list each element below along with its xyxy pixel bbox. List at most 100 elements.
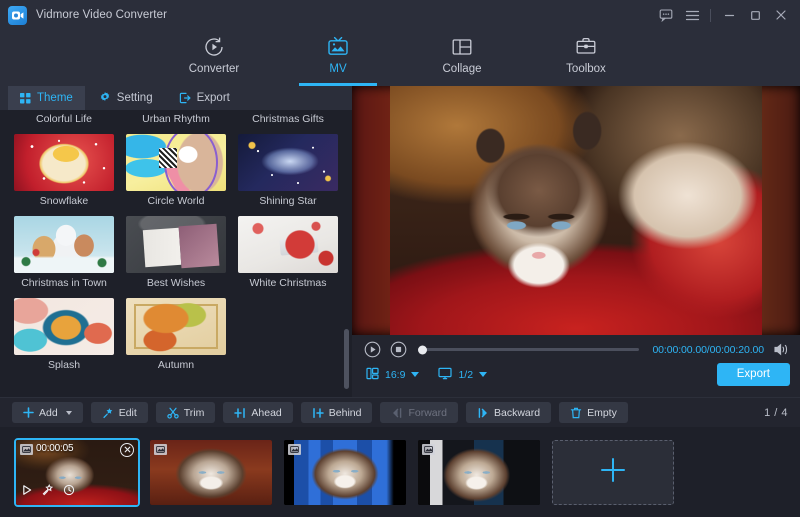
theme-item-best-wishes[interactable]: Best Wishes (126, 216, 226, 298)
add-clip-tile[interactable] (552, 440, 674, 505)
theme-label: Autumn (126, 355, 226, 380)
tab-toolbox-label: Toolbox (566, 63, 606, 75)
subtab-setting[interactable]: Setting (87, 86, 165, 110)
minimize-icon[interactable] (716, 2, 742, 28)
volume-icon[interactable] (773, 342, 790, 357)
maximize-icon[interactable] (742, 2, 768, 28)
progress-knob[interactable] (418, 345, 427, 354)
behind-button[interactable]: Behind (301, 402, 373, 423)
tab-mv-label: MV (329, 63, 346, 75)
theme-label: White Christmas (238, 273, 338, 298)
toolbox-icon (574, 35, 598, 59)
main-tab-bar: Converter MV Collage (0, 30, 800, 86)
monitor-icon (438, 367, 452, 383)
tab-collage-label: Collage (443, 63, 482, 75)
timecode-display: 00:00:00.00/00:00:20.00 (652, 344, 764, 356)
plus-icon (23, 407, 34, 418)
aspect-ratio-control[interactable]: 16:9 (366, 367, 419, 383)
forward-button[interactable]: Forward (380, 402, 458, 423)
play-button[interactable] (364, 341, 381, 358)
theme-item-white-christmas[interactable]: White Christmas (238, 216, 338, 298)
theme-item-urban-rhythm[interactable]: Urban Rhythm (126, 110, 226, 134)
video-preview[interactable] (352, 86, 800, 335)
tab-collage[interactable]: Collage (423, 30, 501, 86)
backward-button[interactable]: Backward (466, 402, 551, 423)
stop-button[interactable] (390, 341, 407, 358)
subtab-export[interactable]: Export (167, 86, 242, 110)
clip-magic-wand-icon[interactable] (42, 483, 54, 501)
theme-label: Splash (14, 355, 114, 380)
timeline-clip-4[interactable] (418, 440, 540, 505)
tab-toolbox[interactable]: Toolbox (547, 30, 625, 86)
chevron-down-icon[interactable] (66, 411, 72, 415)
clip-clock-icon[interactable] (63, 483, 75, 501)
behind-label: Behind (329, 407, 362, 419)
screen-scale-control[interactable]: 1/2 (438, 367, 487, 383)
theme-item-circle-world[interactable]: Circle World (126, 134, 226, 216)
player-options-row: 16:9 1/2 Export (364, 363, 790, 386)
mv-icon (326, 35, 350, 59)
backward-label: Backward (494, 407, 540, 419)
theme-item-colorful-life[interactable]: Colorful Life (14, 110, 114, 134)
theme-item-shining-star[interactable]: Shining Star (238, 134, 338, 216)
clip-duration: 00:00:05 (36, 443, 73, 454)
clip-counter: 1 / 4 (764, 407, 788, 419)
empty-button[interactable]: Empty (559, 402, 628, 423)
empty-label: Empty (587, 407, 617, 419)
theme-label: Colorful Life (14, 110, 114, 134)
clip-close-icon[interactable] (120, 443, 134, 457)
timeline-clip-3[interactable] (284, 440, 406, 505)
progress-slider[interactable] (420, 348, 639, 351)
titlebar-divider (710, 9, 711, 22)
theme-item-christmas-in-town[interactable]: Christmas in Town (14, 216, 114, 298)
theme-item-christmas-gifts[interactable]: Christmas Gifts (238, 110, 338, 134)
theme-thumbnail (14, 134, 114, 191)
tab-mv[interactable]: MV (299, 30, 377, 86)
tab-converter[interactable]: Converter (175, 30, 253, 86)
theme-list-scrollbar[interactable] (344, 329, 349, 389)
theme-item-autumn[interactable]: Autumn (126, 298, 226, 380)
screen-scale-value: 1/2 (458, 369, 473, 381)
feedback-icon[interactable] (653, 2, 679, 28)
timeline-clip-2[interactable] (150, 440, 272, 505)
edit-button[interactable]: Edit (91, 402, 148, 423)
subtab-export-label: Export (197, 92, 230, 104)
grid-icon (20, 93, 31, 104)
chevron-down-icon[interactable] (479, 372, 487, 377)
theme-item-splash[interactable]: Splash (14, 298, 114, 380)
timeline-clip-1[interactable]: 00:00:05 (16, 440, 138, 505)
theme-label: Christmas in Town (14, 273, 114, 298)
image-badge-icon (288, 444, 301, 455)
tab-converter-label: Converter (189, 63, 240, 75)
close-icon[interactable] (768, 2, 794, 28)
image-badge-icon (20, 444, 33, 455)
image-badge-icon (422, 444, 435, 455)
theme-thumbnail (126, 216, 226, 273)
app-window: Vidmore Video Converter (0, 0, 800, 517)
chevron-down-icon[interactable] (411, 372, 419, 377)
menu-icon[interactable] (679, 2, 705, 28)
ahead-button[interactable]: Ahead (223, 402, 292, 423)
trash-icon (570, 407, 582, 419)
clip-timeline: 00:00:05 (0, 427, 800, 517)
clip-play-icon[interactable] (21, 483, 33, 501)
trim-button[interactable]: Trim (156, 402, 216, 423)
insert-ahead-icon (234, 407, 246, 419)
theme-label: Urban Rhythm (126, 110, 226, 134)
insert-behind-icon (312, 407, 324, 419)
subtab-theme-label: Theme (37, 92, 73, 104)
clip-tool-row (21, 483, 75, 501)
export-button[interactable]: Export (717, 363, 790, 386)
ahead-label: Ahead (251, 407, 281, 419)
image-badge-icon (154, 444, 167, 455)
theme-list[interactable]: Colorful Life Urban Rhythm Christmas Gif… (0, 110, 352, 397)
theme-panel: Theme Setting Export (0, 86, 352, 397)
theme-label: Snowflake (14, 191, 114, 216)
add-button[interactable]: Add (12, 402, 83, 423)
theme-label: Best Wishes (126, 273, 226, 298)
preview-frame (390, 86, 762, 335)
main-body: Theme Setting Export (0, 86, 800, 397)
theme-thumbnail (238, 134, 338, 191)
theme-item-snowflake[interactable]: Snowflake (14, 134, 114, 216)
subtab-theme[interactable]: Theme (8, 86, 85, 110)
